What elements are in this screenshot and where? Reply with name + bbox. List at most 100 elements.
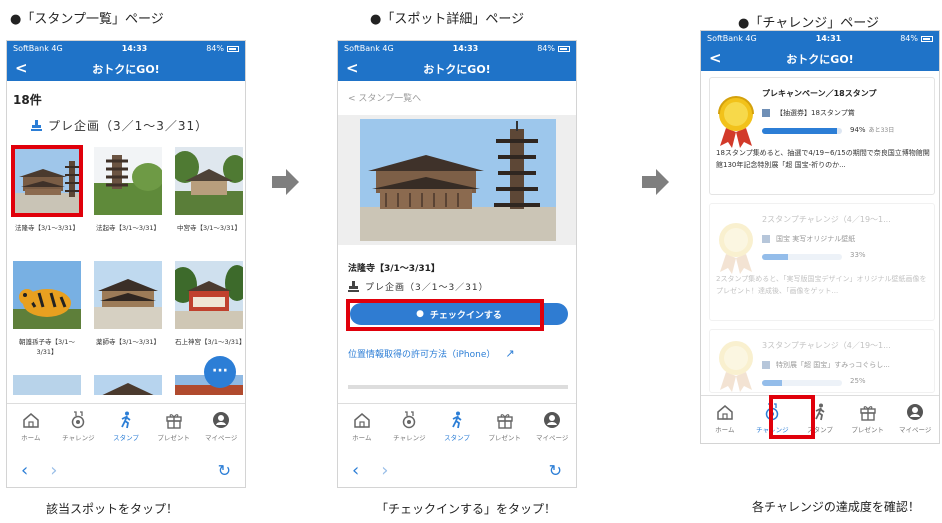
tab-home[interactable]: ホーム (7, 404, 55, 449)
tab-present[interactable]: プレゼント (481, 404, 529, 449)
clock-label: 14:33 (121, 44, 148, 53)
progress-percent: 25% (850, 377, 866, 385)
days-remaining: あと33日 (868, 127, 895, 134)
reload-icon[interactable]: ↻ (218, 461, 231, 480)
tab-present[interactable]: プレゼント (844, 396, 892, 441)
spot-caption: 中宮寺【3/1～3/31】 (176, 224, 242, 232)
phone-stamp-list: SoftBank 4G 14:33 84% < おトクにGO! 18件 プレ企画… (6, 40, 246, 488)
tab-mypage[interactable]: マイページ (528, 404, 576, 449)
user-icon (213, 412, 230, 428)
stamp-count: 18件 (13, 93, 42, 107)
spot-card[interactable]: 薬師寺【3/1～3/31】 (94, 261, 162, 347)
home-icon (354, 413, 370, 428)
browser-back-icon[interactable]: ‹ (352, 460, 359, 481)
status-bar: SoftBank 4G 14:33 84% (7, 41, 245, 56)
hokiji-photo (94, 147, 162, 215)
spot-caption: 法起寺【3/1～3/31】 (95, 224, 161, 232)
tab-home[interactable]: ホーム (338, 404, 386, 449)
tab-label: マイページ (898, 426, 932, 434)
clock-label: 14:33 (452, 44, 479, 53)
challenge-title: 3スタンプチャレンジ（4／19～1... (762, 341, 891, 350)
challenge-prize: 特別展「超 国宝」すみっコぐらし... (762, 360, 890, 370)
arrow-right-icon (272, 169, 299, 195)
battery-icon (558, 45, 570, 52)
tab-bar: ホーム チャレンジ スタンプ プレゼント マイページ (701, 395, 939, 441)
browser-forward-icon[interactable]: › (381, 460, 388, 481)
caption-challenge: 各チャレンジの達成度を確認！ (752, 500, 920, 514)
plan-header: プレ企画（3／1～3／31） (348, 280, 489, 293)
back-chevron-icon[interactable]: < (709, 49, 722, 67)
progress-bar (762, 380, 842, 386)
isonokami-photo (175, 261, 243, 329)
spot-card[interactable] (94, 375, 162, 395)
carrier-label: SoftBank 4G (344, 44, 394, 53)
tab-label: スタンプ (113, 434, 139, 442)
gold-medal-icon (719, 341, 753, 392)
tab-stamp[interactable]: スタンプ (433, 404, 481, 449)
tab-bar: ホーム チャレンジ スタンプ プレゼント マイページ (338, 403, 576, 449)
nav-bar: < おトクにGO! (338, 56, 576, 81)
back-to-list-link[interactable]: < スタンプ一覧へ (348, 91, 421, 104)
gift-icon (496, 414, 513, 429)
challenge-card[interactable]: 3スタンプチャレンジ（4／19～1... 特別展「超 国宝」すみっコぐらし...… (709, 329, 935, 393)
status-bar: SoftBank 4G 14:33 84% (338, 41, 576, 56)
spot-card[interactable]: 朝護孫子寺【3/1～3/31】 (13, 261, 81, 358)
progress-fill (762, 254, 789, 260)
battery-indicator: 84% (206, 44, 239, 53)
tab-label: ホーム (21, 434, 41, 442)
tab-challenge[interactable]: チャレンジ (386, 404, 434, 449)
more-button[interactable]: ··· (204, 356, 236, 388)
tab-label: ホーム (352, 434, 372, 442)
challenge-description: 18スタンプ集めると、抽選で4/19~6/15の期間で奈良国立博物館開館130年… (716, 149, 930, 169)
tab-label: チャレンジ (393, 434, 426, 442)
gift-icon (762, 361, 770, 369)
challenge-title: プレキャンペーン／18スタンプ (762, 89, 877, 98)
gift-icon (762, 235, 770, 243)
tab-mypage[interactable]: マイページ (891, 396, 939, 441)
browser-toolbar: ‹ › ↻ (338, 453, 576, 487)
challenge-card[interactable]: 2スタンプチャレンジ（4／19～1... 国宝 実写オリジナル壁紙 33% 2ス… (709, 203, 935, 321)
gift-icon (165, 414, 182, 429)
gift-icon (859, 406, 876, 421)
location-permission-link[interactable]: 位置情報取得の許可方法（iPhone） ↗ (348, 347, 515, 360)
battery-icon (921, 35, 933, 42)
carrier-label: SoftBank 4G (13, 44, 63, 53)
chogosonshiji-photo (13, 261, 81, 329)
tap-highlight (11, 145, 83, 217)
tab-label: チャレンジ (62, 434, 95, 442)
back-chevron-icon[interactable]: < (346, 59, 359, 77)
tab-challenge[interactable]: チャレンジ (55, 404, 103, 449)
home-icon (23, 413, 39, 428)
spot-caption: 石上神宮【3/1～3/31】 (175, 338, 246, 346)
tab-label: スタンプ (444, 434, 470, 442)
tab-home[interactable]: ホーム (701, 396, 749, 441)
nav-title: おトクにGO! (786, 52, 854, 66)
spot-card[interactable]: 中宮寺【3/1～3/31】 (175, 147, 243, 233)
spot-card[interactable] (13, 375, 81, 395)
plan-label: プレ企画（3／1～3／31） (365, 283, 489, 293)
tab-stamp[interactable]: スタンプ (102, 404, 150, 449)
nav-bar: < おトクにGO! (7, 56, 245, 81)
browser-back-icon[interactable]: ‹ (21, 460, 28, 481)
back-chevron-icon[interactable]: < (15, 59, 28, 77)
section-title-stamp-list: ●「スタンプ一覧」ページ (10, 12, 164, 27)
progress-percent: 94% あと33日 (850, 126, 895, 134)
challenge-card[interactable]: プレキャンペーン／18スタンプ 【抽選券】18スタンプ賞 94% あと33日 18… (709, 77, 935, 195)
browser-forward-icon[interactable]: › (50, 460, 57, 481)
battery-indicator: 84% (537, 44, 570, 53)
tab-bar: ホーム チャレンジ スタンプ プレゼント マイページ (7, 403, 245, 449)
progress-percent: 33% (850, 251, 866, 259)
medal-icon (403, 411, 416, 429)
spot-title: 法隆寺【3/1～3/31】 (348, 264, 440, 274)
reload-icon[interactable]: ↻ (549, 461, 562, 480)
spot-card[interactable]: 法起寺【3/1～3/31】 (94, 147, 162, 233)
chuguji-photo (175, 147, 243, 215)
phone-spot-detail: SoftBank 4G 14:33 84% < おトクにGO! < スタンプ一覧… (337, 40, 577, 488)
carrier-label: SoftBank 4G (707, 34, 757, 43)
tab-mypage[interactable]: マイページ (197, 404, 245, 449)
battery-icon (227, 45, 239, 52)
spot-card[interactable]: 石上神宮【3/1～3/31】 (175, 261, 246, 347)
progress-fill (762, 128, 838, 134)
spot-photo (94, 375, 162, 395)
tab-present[interactable]: プレゼント (150, 404, 198, 449)
